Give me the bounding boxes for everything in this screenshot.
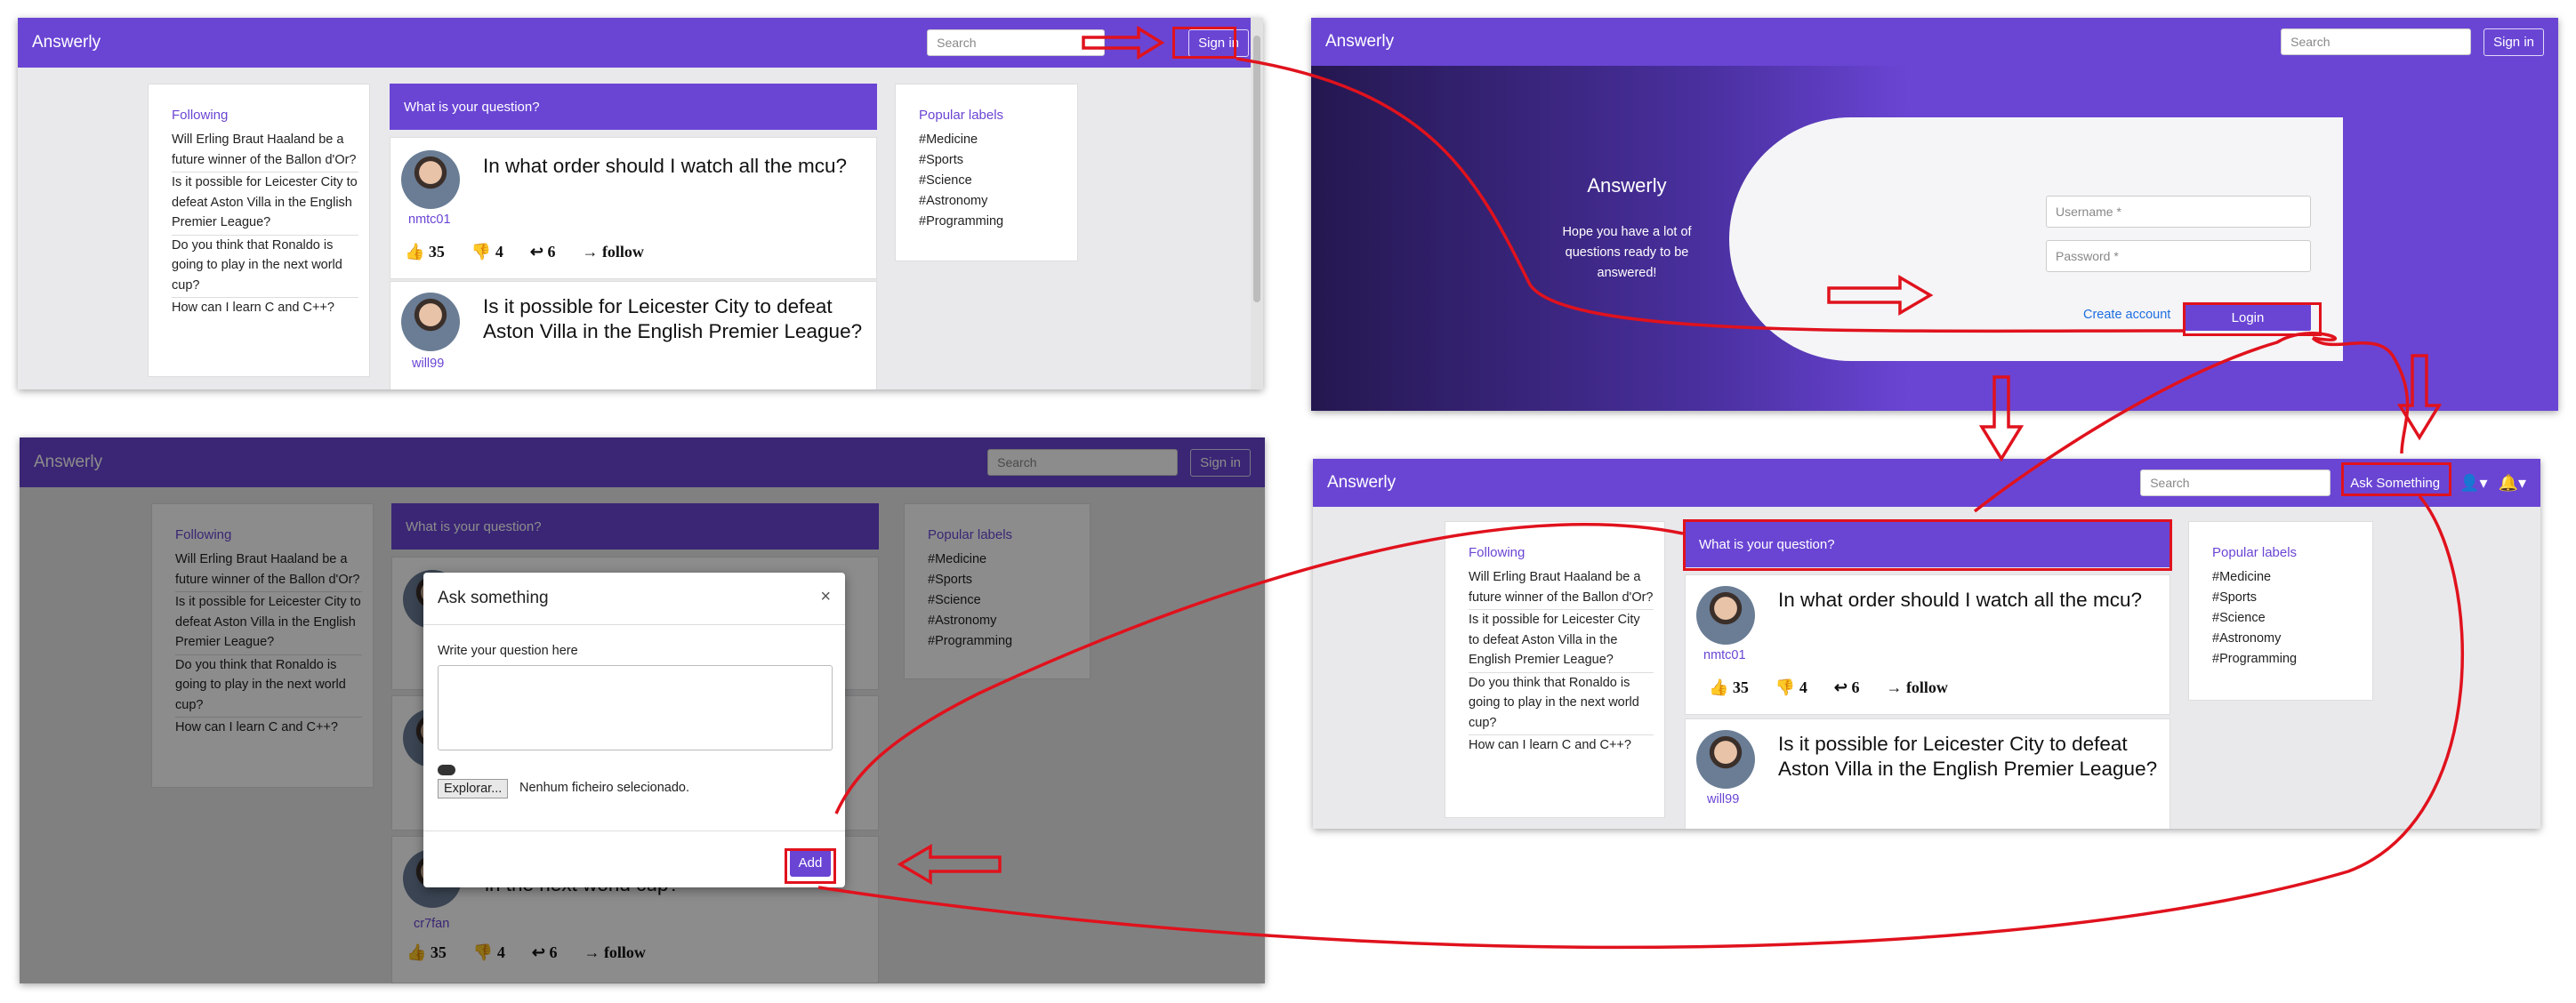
- brand-logo[interactable]: Answerly: [32, 33, 101, 52]
- following-card: Following Will Erling Braut Haaland be a…: [148, 84, 370, 377]
- arrow-right-icon: →: [1886, 678, 1903, 696]
- answers-button[interactable]: ↩ 6: [1834, 678, 1860, 697]
- reply-icon: ↩: [529, 243, 543, 261]
- like-button[interactable]: 👍 35: [405, 243, 445, 261]
- navbar: Answerly Search Sign in: [18, 18, 1263, 68]
- question-card: will99 Is it possible for Leicester City…: [1685, 718, 2170, 829]
- following-item[interactable]: Is it possible for Leicester City to def…: [172, 173, 358, 236]
- following-title: Following: [172, 108, 229, 123]
- brand-logo[interactable]: Answerly: [1325, 32, 1394, 52]
- thumbs-up-icon: 👍: [1709, 678, 1729, 696]
- thumbs-down-icon: 👎: [471, 243, 492, 261]
- following-item[interactable]: Do you think that Ronaldo is going to pl…: [172, 236, 358, 298]
- avatar[interactable]: [401, 150, 460, 209]
- ask-something-modal: Ask something × Write your question here…: [423, 573, 845, 887]
- dislike-button[interactable]: 👎 4: [1775, 678, 1807, 697]
- highlight-question-bar: [1683, 519, 2172, 571]
- question-actions: 👍 35 👎 4 ↩ 6 → follow: [1709, 678, 1948, 697]
- logged-in-screenshot-bottom-right: Answerly Search Ask Something 👤▾ 🔔▾ Foll…: [1313, 459, 2540, 829]
- question-title[interactable]: In what order should I watch all the mcu…: [483, 154, 865, 179]
- following-title: Following: [1469, 545, 1525, 560]
- close-icon[interactable]: ×: [820, 587, 831, 607]
- modal-header: Ask something ×: [423, 573, 845, 625]
- question-author[interactable]: nmtc01: [408, 213, 451, 227]
- label-link[interactable]: #Programming: [919, 212, 1077, 232]
- avatar[interactable]: [1696, 730, 1755, 789]
- labels-title: Popular labels: [2212, 545, 2298, 560]
- question-textarea[interactable]: [438, 665, 833, 750]
- following-item[interactable]: Will Erling Braut Haaland be a future wi…: [172, 130, 358, 173]
- question-title[interactable]: In what order should I watch all the mcu…: [1778, 588, 2161, 613]
- modal-footer-divider: [423, 830, 845, 831]
- home-screenshot-top-left: Answerly Search Sign in Following Will E…: [18, 18, 1263, 389]
- notifications-bell-icon[interactable]: 🔔▾: [2499, 474, 2526, 493]
- question-card: nmtc01 In what order should I watch all …: [1685, 574, 2170, 715]
- ask-question-bar[interactable]: What is your question?: [390, 84, 877, 130]
- question-title[interactable]: Is it possible for Leicester City to def…: [483, 294, 865, 344]
- labels-title: Popular labels: [919, 108, 1004, 123]
- following-item[interactable]: Is it possible for Leicester City to def…: [1469, 610, 1654, 673]
- highlight-add: [785, 848, 836, 884]
- modal-title: Ask something: [438, 589, 549, 607]
- following-item[interactable]: How can I learn C and C++?: [1469, 735, 1654, 758]
- avatar[interactable]: [401, 293, 460, 351]
- answers-button[interactable]: ↩ 6: [530, 243, 556, 261]
- like-button[interactable]: 👍 35: [1709, 678, 1749, 697]
- following-card: Following Will Erling Braut Haaland be a…: [1445, 521, 1665, 818]
- avatar[interactable]: [1696, 586, 1755, 645]
- question-card: will99 Is it possible for Leicester City…: [390, 281, 877, 389]
- follow-button[interactable]: → follow: [1886, 678, 1948, 697]
- question-author[interactable]: will99: [412, 357, 444, 371]
- login-title: Answerly: [1587, 174, 1667, 197]
- label-link[interactable]: #Astronomy: [919, 191, 1077, 212]
- create-account-link[interactable]: Create account: [2083, 308, 2170, 322]
- popular-labels-card: Popular labels #Medicine #Sports #Scienc…: [895, 84, 1078, 261]
- dislike-button[interactable]: 👎 4: [471, 243, 503, 261]
- ask-modal-screenshot-bottom-left: Answerly Search Sign in Following Will E…: [20, 437, 1265, 983]
- popular-labels-card: Popular labels #Medicine #Sports #Scienc…: [2188, 521, 2373, 701]
- search-input[interactable]: Search: [2140, 469, 2331, 496]
- label-link[interactable]: #Sports: [2212, 588, 2372, 608]
- label-link[interactable]: #Medicine: [919, 130, 1077, 150]
- question-title[interactable]: Is it possible for Leicester City to def…: [1778, 732, 2161, 782]
- scrollbar[interactable]: [1251, 18, 1263, 389]
- label-link[interactable]: #Science: [2212, 608, 2372, 629]
- following-item[interactable]: Do you think that Ronaldo is going to pl…: [1469, 673, 1654, 735]
- search-input[interactable]: Search: [2281, 28, 2472, 55]
- highlight-ask-something: [2341, 462, 2451, 496]
- question-actions: 👍 35 👎 4 ↩ 6 → follow: [405, 243, 644, 261]
- browse-file-button[interactable]: Explorar...: [438, 779, 509, 798]
- username-field[interactable]: Username *: [2046, 196, 2311, 228]
- navbar: Answerly Search Sign in: [1311, 18, 2558, 66]
- login-subtitle: Hope you have a lot of questions ready t…: [1562, 225, 1692, 280]
- label-link[interactable]: #Science: [919, 171, 1077, 191]
- question-label: Write your question here: [438, 644, 578, 658]
- label-link[interactable]: #Astronomy: [2212, 629, 2372, 649]
- search-input[interactable]: Search: [927, 29, 1106, 56]
- label-link[interactable]: #Programming: [2212, 649, 2372, 670]
- question-card: nmtc01 In what order should I watch all …: [390, 137, 877, 279]
- password-field[interactable]: Password *: [2046, 240, 2311, 272]
- arrow-right-icon: →: [582, 243, 599, 261]
- sign-in-button[interactable]: Sign in: [2483, 28, 2544, 56]
- following-item[interactable]: Will Erling Braut Haaland be a future wi…: [1469, 567, 1654, 610]
- thumbs-down-icon: 👎: [1775, 678, 1796, 696]
- highlight-login: [2183, 302, 2322, 336]
- follow-button[interactable]: → follow: [582, 243, 644, 261]
- label-link[interactable]: #Medicine: [2212, 567, 2372, 588]
- highlight-sign-in: [1172, 27, 1236, 59]
- login-screenshot-top-right: Answerly Search Sign in Answerly Hope yo…: [1311, 18, 2558, 411]
- thumbs-up-icon: 👍: [405, 243, 425, 261]
- login-intro: Answerly Hope you have a lot of question…: [1551, 174, 1703, 284]
- reply-icon: ↩: [1833, 678, 1847, 696]
- brand-logo[interactable]: Answerly: [1327, 473, 1396, 493]
- file-input-badge: [438, 765, 455, 775]
- question-author[interactable]: nmtc01: [1703, 648, 1746, 662]
- label-link[interactable]: #Sports: [919, 150, 1077, 171]
- user-menu-icon[interactable]: 👤▾: [2459, 474, 2487, 493]
- no-file-text: Nenhum ficheiro selecionado.: [519, 781, 690, 795]
- question-author[interactable]: will99: [1707, 792, 1739, 806]
- following-item[interactable]: How can I learn C and C++?: [172, 298, 358, 320]
